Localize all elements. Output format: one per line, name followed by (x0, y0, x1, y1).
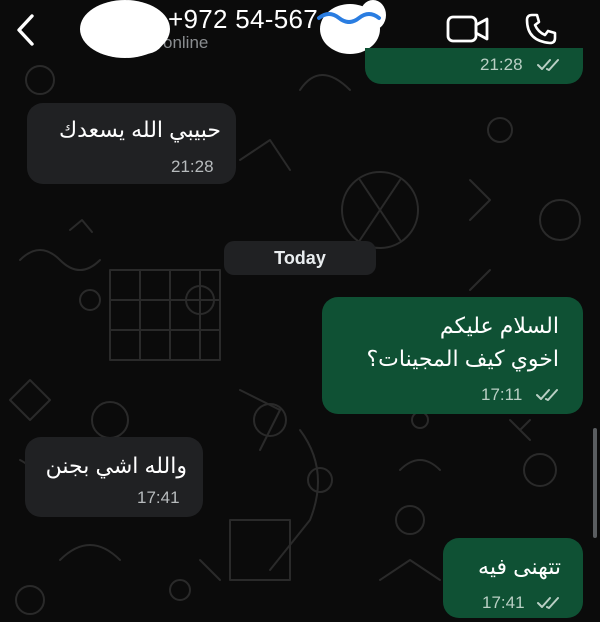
double-check-icon (537, 597, 559, 609)
message-time: 17:41 (482, 593, 525, 612)
message-bubble-outgoing[interactable]: السلام عليكم اخوي كيف المجينات؟ 17:11 (322, 297, 583, 414)
contact-number: +972 54-567 (168, 4, 319, 34)
contact-status: online (163, 33, 209, 52)
message-text: تتهنى فيه (478, 554, 561, 579)
chevron-left-icon (17, 14, 34, 46)
message-time: 21:28 (480, 55, 523, 74)
date-separator: Today (224, 241, 376, 275)
message-text-line: اخوي كيف المجينات؟ (366, 346, 559, 371)
message-bubble-incoming[interactable]: والله اشي بجنن 17:41 (25, 437, 203, 517)
double-check-icon (536, 389, 558, 401)
voice-call-button[interactable] (524, 12, 558, 46)
message-text: حبيبي الله يسعدك (58, 117, 221, 142)
contact-info[interactable]: +972 54-567 5 online (70, 0, 400, 60)
video-call-button[interactable] (446, 13, 490, 45)
date-separator-label: Today (274, 248, 326, 268)
phone-icon (525, 13, 557, 45)
message-time: 21:28 (171, 157, 214, 176)
back-button[interactable] (10, 10, 40, 50)
message-time: 17:41 (137, 488, 180, 507)
scrollbar[interactable] (593, 428, 597, 538)
message-bubble-incoming[interactable]: حبيبي الله يسعدك 21:28 (27, 103, 236, 184)
video-camera-icon (446, 15, 489, 43)
redaction-mark (125, 18, 165, 54)
redaction-scribble (317, 12, 381, 24)
message-time: 17:11 (481, 385, 523, 404)
message-bubble-outgoing[interactable]: 21:28 (365, 48, 583, 84)
double-check-icon (537, 59, 559, 71)
message-text-line: السلام عليكم (439, 313, 559, 338)
message-text: والله اشي بجنن (45, 453, 187, 478)
message-bubble-outgoing[interactable]: تتهنى فيه 17:41 (443, 538, 583, 618)
